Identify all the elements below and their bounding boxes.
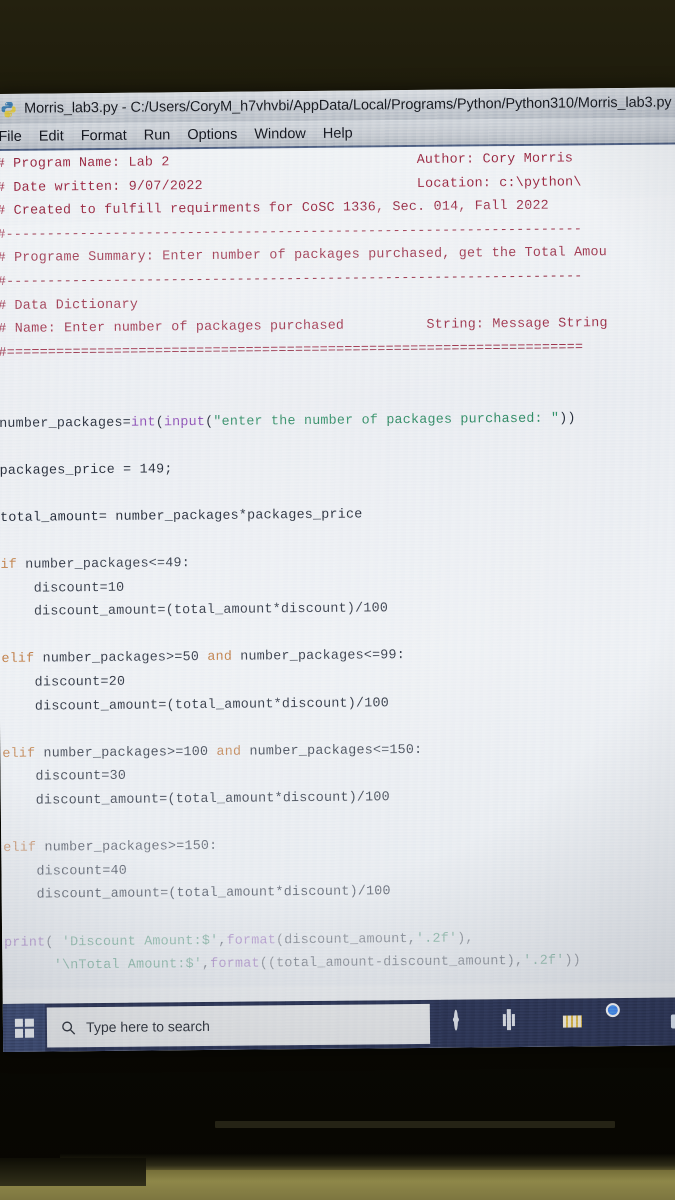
code-token: # Name: Enter number of packages purchas… (0, 316, 608, 338)
code-token: # Data Dictionary (0, 297, 139, 314)
code-token: int (130, 414, 156, 431)
menu-item-help[interactable]: Help (323, 125, 353, 141)
code-token: , (201, 957, 211, 973)
bezel-light-strip (215, 1121, 615, 1128)
code-token: ( (45, 934, 62, 951)
menu-item-file[interactable]: File (0, 128, 22, 144)
code-text[interactable]: # Program Name: Lab 2 Author: Cory Morri… (0, 146, 675, 979)
file-explorer-icon[interactable] (560, 1010, 585, 1035)
code-token: number_packages<=150: (241, 742, 423, 760)
code-token: '.2f' (523, 953, 565, 970)
code-token: #---------------------------------------… (0, 222, 583, 243)
search-placeholder-text: Type here to search (86, 1017, 210, 1036)
desk-surface (0, 1154, 675, 1200)
code-token: if (0, 557, 18, 574)
code-token: # Created to fulfill requirments for CoS… (0, 198, 549, 220)
menu-item-window[interactable]: Window (254, 126, 306, 142)
menu-item-run[interactable]: Run (144, 127, 171, 143)
code-token: and (216, 744, 242, 760)
menu-item-format[interactable]: Format (81, 127, 127, 143)
code-token: '.2f' (415, 931, 458, 947)
code-token: discount=40 (3, 863, 128, 880)
code-token: discount=10 (0, 580, 125, 597)
code-token: number_packages>=50 (34, 650, 208, 668)
code-token: ((total_amount-discount_amount), (259, 954, 524, 972)
screen-content: Morris_lab3.py - C:/Users/CoryM_h7vhvbi/… (0, 87, 675, 1052)
taskbar-icons (453, 1008, 675, 1036)
laptop-screen-photo: Morris_lab3.py - C:/Users/CoryM_h7vhvbi/… (0, 0, 675, 1200)
code-token: )) (559, 410, 576, 427)
code-token: )) (564, 953, 581, 969)
windows-taskbar: Type here to search (2, 997, 675, 1052)
blue-app-icon[interactable] (666, 1009, 675, 1034)
code-token: number_packages>=100 (35, 744, 217, 762)
code-token: 'Discount Amount:$' (61, 933, 219, 950)
code-token: format (226, 932, 277, 949)
code-token: input (163, 414, 206, 430)
code-token: total_amount= number_packages*packages_p… (0, 507, 363, 526)
code-token: and (207, 650, 233, 666)
code-token: elif (2, 746, 36, 762)
code-token: "enter the number of packages purchased:… (213, 411, 560, 430)
code-token: format (210, 956, 260, 973)
search-input[interactable]: Type here to search (46, 1003, 431, 1048)
code-token: # Program Name: Lab 2 Author: Cory Morri… (0, 151, 574, 172)
code-token: #=======================================… (0, 340, 584, 361)
windows-start-icon[interactable] (2, 1003, 46, 1052)
code-token: # Programe Summary: Enter number of pack… (0, 245, 608, 267)
code-token: number_packages<=99: (231, 648, 406, 666)
code-token: number_packages<=49: (16, 556, 191, 573)
code-editor[interactable]: # Program Name: Lab 2 Author: Cory Morri… (0, 144, 675, 989)
code-token: discount_amount=(total_amount*discount)/… (0, 601, 389, 621)
code-token: (discount_amount, (275, 931, 417, 948)
chrome-icon[interactable] (613, 1009, 638, 1034)
code-token: # Date written: 9/07/2022 Location: c:\p… (0, 174, 582, 196)
code-token: #---------------------------------------… (0, 269, 583, 290)
windows-logo-glyph (14, 1018, 34, 1038)
window-title: Morris_lab3.py - C:/Users/CoryM_h7vhvbi/… (24, 94, 675, 117)
task-view-icon[interactable] (506, 1008, 532, 1035)
code-token: ), (457, 931, 474, 947)
search-icon (61, 1020, 76, 1035)
menu-item-options[interactable]: Options (187, 126, 237, 142)
menu-item-edit[interactable]: Edit (39, 128, 64, 144)
code-token: print (4, 935, 46, 951)
cortana-icon[interactable] (453, 1009, 479, 1036)
code-token: discount_amount=(total_amount*discount)/… (3, 884, 391, 904)
code-token: elif (3, 840, 37, 857)
code-token: number_packages= (0, 415, 132, 432)
code-token: ( (155, 414, 164, 430)
code-token: '\nTotal Amount:$' (53, 957, 203, 974)
code-token: packages_price = 149; (0, 462, 173, 479)
code-token: discount=30 (2, 769, 127, 786)
code-token: discount=20 (1, 674, 126, 692)
laptop-base-edge (60, 1154, 675, 1170)
python-idle-icon (0, 100, 17, 117)
code-token: number_packages>=150: (36, 839, 218, 856)
code-token: discount_amount=(total_amount*discount)/… (2, 790, 390, 809)
code-token: elif (1, 652, 35, 668)
code-token: discount_amount=(total_amount*discount)/… (1, 695, 390, 715)
